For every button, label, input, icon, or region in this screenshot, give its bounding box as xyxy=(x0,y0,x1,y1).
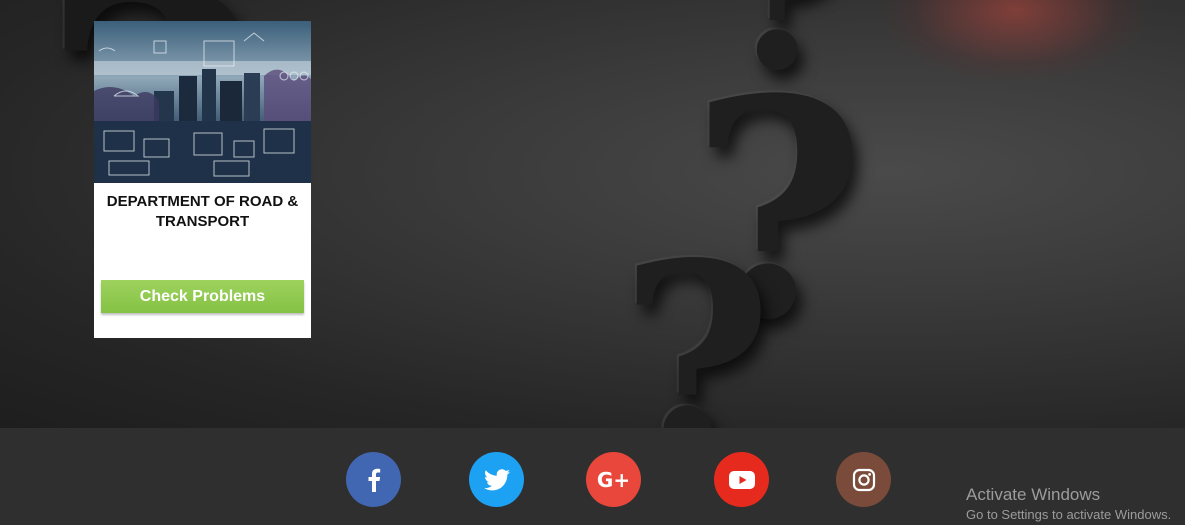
youtube-icon xyxy=(728,470,755,489)
twitter-button[interactable] xyxy=(469,452,524,507)
card-title: DEPARTMENT OF ROAD & TRANSPORT xyxy=(106,193,299,230)
watermark-subtitle: Go to Settings to activate Windows. xyxy=(966,507,1172,522)
google-plus-button[interactable]: G+ xyxy=(586,452,641,507)
check-problems-button[interactable]: Check Problems xyxy=(101,280,304,313)
youtube-button[interactable] xyxy=(714,452,769,507)
department-card: DEPARTMENT OF ROAD & TRANSPORT Check Pro… xyxy=(94,21,311,338)
question-mark-decoration: ? xyxy=(720,0,849,100)
facebook-button[interactable] xyxy=(346,452,401,507)
instagram-button[interactable] xyxy=(836,452,891,507)
twitter-icon xyxy=(483,468,510,490)
red-glow xyxy=(885,0,1145,80)
department-image xyxy=(94,21,311,183)
question-mark-decoration: ? xyxy=(620,207,773,429)
activate-windows-watermark: Activate Windows Go to Settings to activ… xyxy=(966,484,1171,524)
watermark-title: Activate Windows xyxy=(966,485,1101,504)
google-plus-icon: G+ xyxy=(596,467,631,492)
footer: G+ Activate Windows Go to Settings to ac… xyxy=(0,428,1185,525)
facebook-icon xyxy=(368,468,380,492)
instagram-icon xyxy=(852,468,875,491)
